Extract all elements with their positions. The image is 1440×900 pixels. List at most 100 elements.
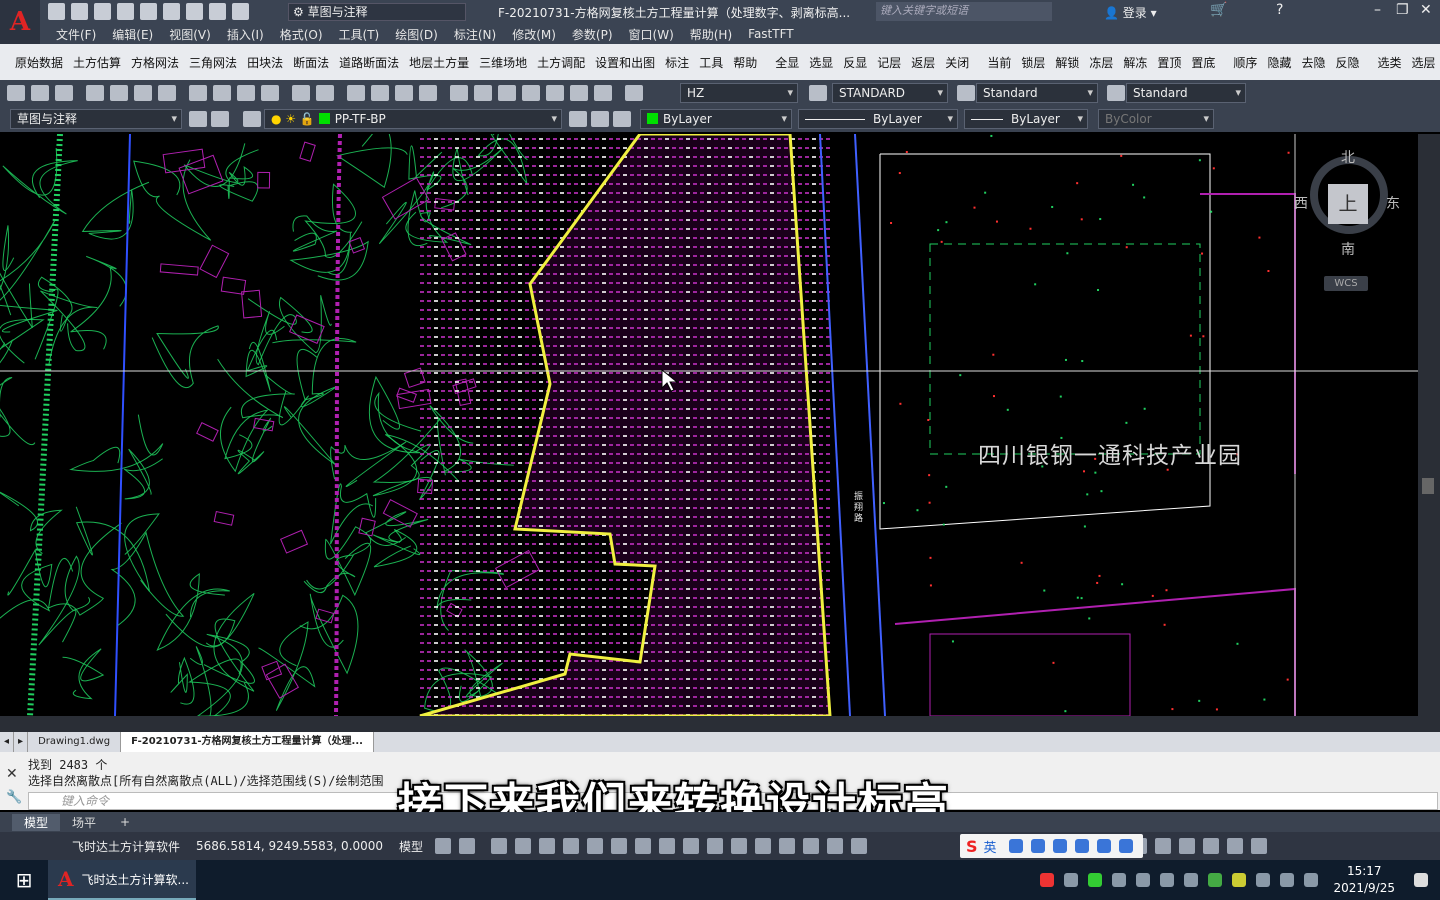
match-properties-icon[interactable] bbox=[261, 85, 279, 101]
selection-filter-icon[interactable] bbox=[779, 838, 796, 854]
layer-previous-icon[interactable] bbox=[591, 111, 609, 127]
save-icon[interactable] bbox=[55, 85, 73, 101]
microphone-icon[interactable] bbox=[1052, 839, 1067, 853]
model-space-button[interactable]: 模型 bbox=[391, 838, 431, 855]
tab-scroll-left[interactable]: ◂ bbox=[0, 732, 15, 752]
gizmo-icon[interactable] bbox=[803, 838, 820, 854]
tab-model[interactable]: 模型 bbox=[12, 813, 61, 831]
layer-show-inverse[interactable]: 反显 bbox=[838, 54, 872, 71]
linetype-select[interactable]: ByLayer bbox=[798, 109, 958, 129]
layer-record[interactable]: 记层 bbox=[872, 54, 906, 71]
microphone-tray-icon[interactable] bbox=[1112, 873, 1127, 887]
nvidia-icon[interactable] bbox=[1208, 873, 1223, 887]
tab-drawing1[interactable]: Drawing1.dwg bbox=[28, 732, 122, 752]
volume-icon[interactable] bbox=[1304, 873, 1319, 887]
object-snap-icon[interactable] bbox=[635, 838, 652, 854]
plugin-item-annotate[interactable]: 标注 bbox=[660, 54, 694, 71]
plugin-item-section-method[interactable]: 断面法 bbox=[288, 54, 334, 71]
workspace-settings-icon[interactable] bbox=[189, 111, 207, 127]
sheet-set-icon[interactable] bbox=[522, 85, 540, 101]
tray-plus-icon[interactable] bbox=[1232, 873, 1247, 887]
plugin-item-road-section[interactable]: 道路断面法 bbox=[334, 54, 404, 71]
save-icon[interactable] bbox=[94, 3, 111, 20]
add-layout-button[interactable]: + bbox=[108, 815, 142, 829]
viewcube-top-face[interactable]: 上 bbox=[1328, 184, 1368, 224]
workspace-save-icon[interactable] bbox=[211, 111, 229, 127]
isolate-objects-icon[interactable] bbox=[1179, 838, 1196, 854]
multileader-style-select[interactable]: Standard bbox=[1126, 83, 1246, 103]
design-center-icon[interactable] bbox=[474, 85, 492, 101]
application-menu-button[interactable]: A bbox=[0, 0, 40, 44]
plotstyle-select[interactable]: ByColor bbox=[1098, 109, 1214, 129]
layer-current[interactable]: 当前 bbox=[982, 54, 1016, 71]
polar-icon[interactable] bbox=[563, 838, 580, 854]
menu-draw[interactable]: 绘图(D) bbox=[387, 26, 446, 43]
menu-help[interactable]: 帮助(H) bbox=[682, 26, 740, 43]
print-icon[interactable] bbox=[86, 85, 104, 101]
layer-states-icon[interactable] bbox=[613, 111, 631, 127]
layer-unlock[interactable]: 解锁 bbox=[1050, 54, 1084, 71]
clean-screen-icon[interactable] bbox=[1227, 838, 1244, 854]
plugin-item-help[interactable]: 帮助 bbox=[728, 54, 762, 71]
keyboard-icon[interactable] bbox=[1074, 839, 1089, 853]
menu-tools[interactable]: 工具(T) bbox=[331, 26, 388, 43]
layer-lock[interactable]: 锁层 bbox=[1016, 54, 1050, 71]
emoji-icon[interactable] bbox=[1030, 839, 1045, 853]
ortho-icon[interactable] bbox=[539, 838, 556, 854]
workspace-select[interactable]: 草图与注释 bbox=[10, 109, 182, 129]
zoom-realtime-icon[interactable] bbox=[371, 85, 389, 101]
menu-modify[interactable]: 修改(M) bbox=[504, 26, 564, 43]
dim-style-icon[interactable] bbox=[809, 85, 827, 101]
save-as-icon[interactable] bbox=[117, 3, 134, 20]
new-icon[interactable] bbox=[7, 85, 25, 101]
markup-icon[interactable] bbox=[546, 85, 564, 101]
menu-file[interactable]: 文件(F) bbox=[48, 26, 104, 43]
skin-icon[interactable] bbox=[1096, 839, 1111, 853]
text-style-icon[interactable] bbox=[625, 85, 643, 101]
compass-north[interactable]: 北 bbox=[1341, 147, 1355, 167]
publish-icon[interactable] bbox=[134, 85, 152, 101]
plugin-item-tools[interactable]: 工具 bbox=[694, 54, 728, 71]
redo-icon[interactable] bbox=[316, 85, 334, 101]
punctuation-icon[interactable] bbox=[1008, 839, 1023, 853]
dynamic-input-icon[interactable] bbox=[515, 838, 532, 854]
invert-hide[interactable]: 反隐 bbox=[1330, 54, 1364, 71]
compass-west[interactable]: 西 bbox=[1294, 193, 1308, 213]
plugin-item-grid-method[interactable]: 方格网法 bbox=[126, 54, 184, 71]
layer-show-all[interactable]: 全显 bbox=[770, 54, 804, 71]
properties-icon[interactable] bbox=[450, 85, 468, 101]
wcs-menu[interactable]: WCS bbox=[1324, 276, 1368, 291]
select-by-layer[interactable]: 选层 bbox=[1407, 54, 1440, 71]
object-snap-tracking-icon[interactable] bbox=[611, 838, 628, 854]
plugin-item-3d-site[interactable]: 三维场地 bbox=[474, 54, 532, 71]
3d-dwf-icon[interactable] bbox=[158, 85, 176, 101]
draw-order-front[interactable]: 置顶 bbox=[1152, 54, 1186, 71]
horizontal-scrollbar[interactable] bbox=[0, 716, 1440, 732]
lineweight-select[interactable]: ByLayer bbox=[964, 109, 1088, 129]
menu-view[interactable]: 视图(V) bbox=[161, 26, 219, 43]
plugin-item-strata-volume[interactable]: 地层土方量 bbox=[404, 54, 474, 71]
plugin-item-block-method[interactable]: 田块法 bbox=[242, 54, 288, 71]
open-file-icon[interactable] bbox=[71, 3, 88, 20]
open-web-icon[interactable] bbox=[140, 3, 157, 20]
multileader-style-icon[interactable] bbox=[1107, 85, 1125, 101]
select-by-type[interactable]: 选类 bbox=[1372, 54, 1406, 71]
bluetooth-icon[interactable] bbox=[1256, 873, 1271, 887]
device-icon[interactable] bbox=[1136, 873, 1151, 887]
compass-east[interactable]: 东 bbox=[1386, 193, 1400, 213]
restore-button[interactable]: ❐ bbox=[1396, 2, 1409, 18]
cart-icon[interactable]: 🛒 bbox=[1210, 2, 1227, 18]
sync-icon[interactable] bbox=[1088, 873, 1103, 887]
system-clock[interactable]: 15:17 2021/9/25 bbox=[1333, 863, 1395, 897]
menu-insert[interactable]: 插入(I) bbox=[219, 26, 272, 43]
undo-icon[interactable] bbox=[209, 3, 226, 20]
notification-icon[interactable] bbox=[1414, 873, 1428, 887]
browser-tray-icon[interactable] bbox=[1184, 873, 1199, 887]
table-style-select[interactable]: Standard bbox=[976, 83, 1098, 103]
close-icon[interactable]: ✕ bbox=[6, 766, 18, 782]
tab-site-layout[interactable]: 场平 bbox=[60, 814, 108, 831]
selection-cycling-icon[interactable] bbox=[707, 838, 724, 854]
help-search-input[interactable]: 键入关键字或短语 bbox=[876, 2, 1052, 21]
usb-icon[interactable] bbox=[1064, 873, 1079, 887]
zoom-window-icon[interactable] bbox=[395, 85, 413, 101]
